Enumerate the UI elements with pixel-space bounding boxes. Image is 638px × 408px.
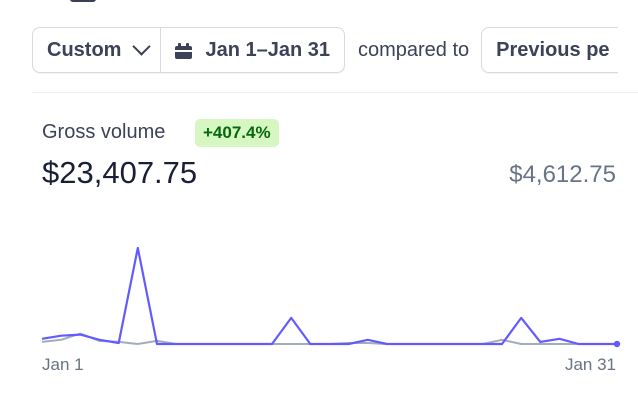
previous-period-line (41, 332, 617, 345)
current-period-line (41, 246, 617, 346)
x-axis-start-label: Jan 1 (42, 355, 84, 374)
x-axis-end-label: Jan 31 (564, 355, 616, 374)
current-period-endpoint (613, 340, 621, 348)
gross-volume-chart[interactable] (0, 0, 638, 408)
